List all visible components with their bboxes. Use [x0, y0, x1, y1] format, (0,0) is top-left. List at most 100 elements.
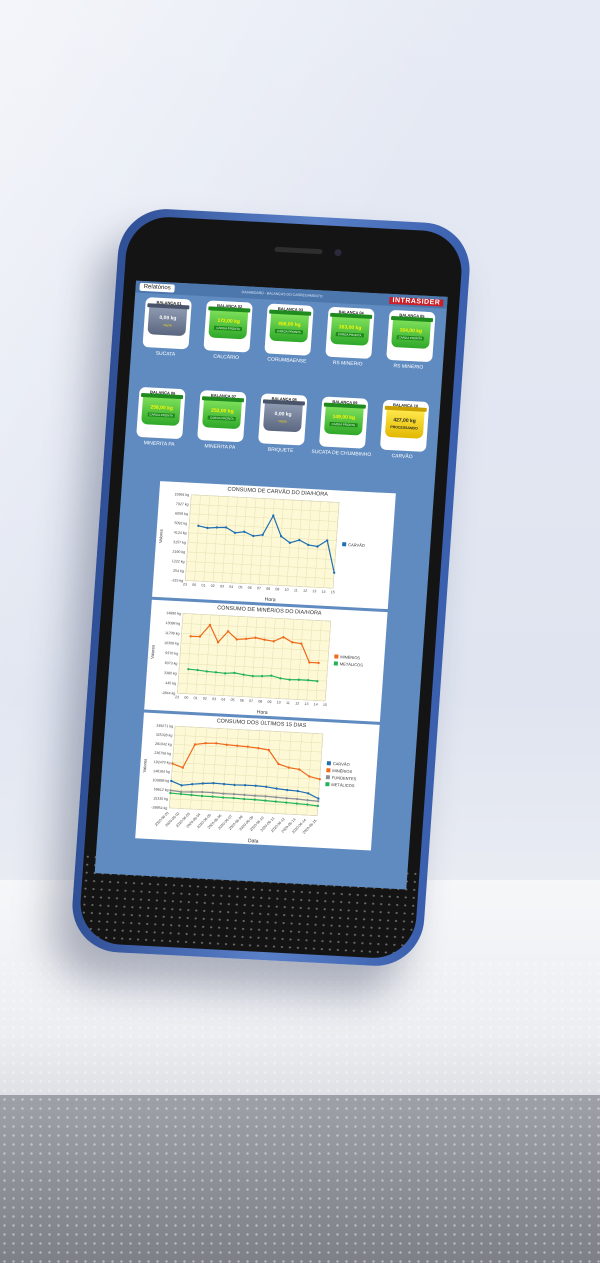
y-tick-label: -315 kg: [171, 578, 183, 583]
scale-item[interactable]: BALANÇA 05 164,00 kg CARGA PRONTA RS MINERI…: [376, 309, 443, 402]
brand-logo: INTRASIDER: [389, 296, 444, 307]
system-title: DASHBOARD - BALANÇAS DO CARREGAMENTO: [241, 290, 323, 299]
scale-status: CARGA PRONTA: [147, 412, 176, 418]
bin-icon: 258,00 kg CARGA PRONTA: [141, 392, 184, 427]
scale-material: SUCATA DE CHUMBINHO: [311, 448, 372, 459]
scale-status: CARGA PRONTA: [214, 325, 243, 332]
bin-icon: 163,00 kg CARGA PRONTA: [329, 312, 373, 346]
y-tick-label: 6073 kg: [165, 661, 178, 666]
scale-item[interactable]: BALANÇA 08 0,00 kg VAZIA BRIQUETE: [248, 393, 315, 486]
legend-label: METÁLICOS: [331, 782, 355, 788]
scale-weight: 163,00 kg: [338, 324, 362, 332]
x-tick-label: 06: [248, 586, 252, 590]
y-tick-label: 3157 kg: [173, 540, 186, 545]
x-tick-label: 11: [294, 588, 298, 592]
scale-weight: 0,00 kg: [274, 410, 292, 418]
x-tick-label: 00: [192, 583, 196, 587]
x-tick-label: 02: [203, 697, 207, 701]
x-tick-label: 10: [277, 700, 281, 704]
chart-carvao: -315 kg 254 kg 1222 kg 2190 kg 3157 kg 4124 k…: [158, 492, 365, 594]
x-tick-label: 14: [314, 702, 318, 706]
legend-label: CARVÃO: [348, 542, 365, 548]
legend-swatch: [326, 768, 331, 773]
scale-item[interactable]: BALANÇA 10 427,00 kg PROCESSANDO CARVÃO: [369, 399, 436, 492]
x-tick-label: 06: [240, 699, 244, 703]
y-tick-label: 10309 kg: [164, 641, 179, 646]
x-tick-label: 07: [257, 586, 261, 590]
scale-material: CARVÃO: [391, 453, 413, 461]
bin-icon: 0,00 kg VAZIA: [262, 399, 306, 433]
scale-material: RS MINERIO: [332, 359, 363, 368]
bin-rim: [262, 399, 306, 406]
x-tick-label: 08: [258, 699, 262, 703]
bin-rim: [390, 315, 433, 323]
scale-item[interactable]: BALANÇA 03 458,00 kg CARGA PRONTA CORUMBAEN…: [254, 303, 321, 396]
phone-mockup: Relatórios DASHBOARD - BALANÇAS DO CARRE…: [0, 0, 600, 1263]
y-tick-label: 236756 kg: [154, 751, 171, 756]
x-tick-label: 10: [284, 588, 288, 592]
scale-item[interactable]: BALANÇA 01 0,00 kg VAZIA SUCATA: [133, 297, 200, 390]
bin-icon: 149,00 kg CARGA PRONTA: [323, 402, 366, 436]
scale-card[interactable]: BALANÇA 05 164,00 kg CARGA PRONTA: [385, 309, 436, 363]
x-tick-label: 04: [221, 698, 225, 702]
scale-card[interactable]: BALANÇA 01 0,00 kg VAZIA: [142, 297, 193, 350]
x-tick-label: 23: [175, 695, 179, 699]
scales-grid: BALANÇA 01 0,00 kg VAZIA SUCATA BALANÇA 02 17…: [122, 293, 446, 493]
scale-card[interactable]: BALANÇA 04 163,00 kg CARGA PRONTA: [325, 306, 375, 359]
y-axis-label: Valores: [158, 529, 164, 543]
scale-card[interactable]: BALANÇA 03 458,00 kg CARGA PRONTA: [264, 303, 314, 356]
scale-card[interactable]: BALANÇA 09 149,00 kg CARGA PRONTA: [318, 396, 369, 449]
bin-rim: [329, 312, 373, 319]
scale-status: CARGA PRONTA: [274, 328, 303, 335]
scale-material: MINERITA PA: [204, 443, 236, 451]
chart-carvao-panel: CONSUMO DE CARVÃO DO DIA/HORA -315 kg 254…: [152, 481, 396, 610]
scale-status: CARGA PRONTA: [207, 415, 236, 421]
reports-button[interactable]: Relatórios: [139, 282, 175, 293]
y-tick-label: 349271 kg: [156, 724, 173, 729]
earpiece-speaker: [274, 246, 323, 255]
bin-rim: [141, 392, 184, 400]
scale-status: CARGA PRONTA: [396, 335, 425, 341]
x-tick-label: 09: [275, 587, 279, 591]
x-tick-label: 05: [230, 698, 234, 702]
legend-label: MINÉRIOS: [340, 654, 360, 660]
x-tick-label: 00: [184, 696, 188, 700]
scale-card[interactable]: BALANÇA 02 172,00 kg CARGA PRONTA: [203, 300, 254, 353]
y-tick-label: 103898 kg: [152, 778, 169, 783]
y-tick-label: 11709 kg: [165, 631, 180, 636]
scale-card[interactable]: BALANÇA 08 0,00 kg VAZIA: [258, 393, 308, 446]
scale-material: CORUMBAENSE: [267, 356, 307, 365]
y-tick-label: 445 kg: [165, 681, 176, 686]
scale-item[interactable]: BALANÇA 06 258,00 kg CARGA PRONTA MINERITA …: [126, 386, 193, 480]
scale-weight: 149,00 kg: [332, 414, 356, 422]
scale-item[interactable]: BALANÇA 02 172,00 kg CARGA PRONTA CALCÁRIO: [193, 300, 260, 393]
x-tick-label: 13: [304, 702, 308, 706]
scale-card[interactable]: BALANÇA 07 252,00 kg CARGA PRONTA: [197, 390, 247, 443]
scale-item[interactable]: BALANÇA 09 149,00 kg CARGA PRONTA SUCATA DE…: [309, 396, 376, 489]
phone-body: Relatórios DASHBOARD - BALANÇAS DO CARRE…: [69, 206, 473, 969]
bin-icon: 164,00 kg CARGA PRONTA: [390, 315, 433, 349]
front-camera: [334, 248, 342, 257]
scale-card[interactable]: BALANÇA 06 258,00 kg CARGA PRONTA: [136, 386, 187, 440]
bin-icon: 458,00 kg CARGA PRONTA: [269, 309, 312, 343]
x-tick-label: 02: [211, 584, 215, 588]
chart-15-dias: -28954 kg 15330 kg 59612 kg 103898 kg 148184…: [142, 724, 357, 835]
scale-status: CARGA PRONTA: [329, 421, 358, 428]
scale-status: PROCESSANDO: [390, 425, 418, 431]
scale-status: VAZIA: [163, 323, 172, 328]
legend-swatch: [325, 775, 331, 780]
scale-item[interactable]: BALANÇA 04 163,00 kg CARGA PRONTA RS MINERI…: [315, 306, 382, 399]
scale-card[interactable]: BALANÇA 10 427,00 kg PROCESSANDO: [379, 399, 429, 452]
bin-icon: 0,00 kg VAZIA: [147, 303, 190, 337]
x-tick-label: 13: [312, 589, 316, 593]
scale-weight: 252,00 kg: [210, 407, 234, 415]
scale-weight: 172,00 kg: [217, 317, 241, 326]
bin-icon: 427,00 kg PROCESSANDO: [384, 405, 427, 439]
bin-rim: [202, 396, 245, 403]
x-tick-label: 14: [321, 590, 325, 594]
y-tick-label: 192470 kg: [154, 760, 171, 765]
legend-swatch: [326, 761, 332, 766]
legend-label: CARVÃO: [333, 761, 350, 767]
scale-item[interactable]: BALANÇA 07 252,00 kg CARGA PRONTA MINERITA …: [187, 390, 254, 483]
scale-weight: 164,00 kg: [399, 327, 423, 335]
